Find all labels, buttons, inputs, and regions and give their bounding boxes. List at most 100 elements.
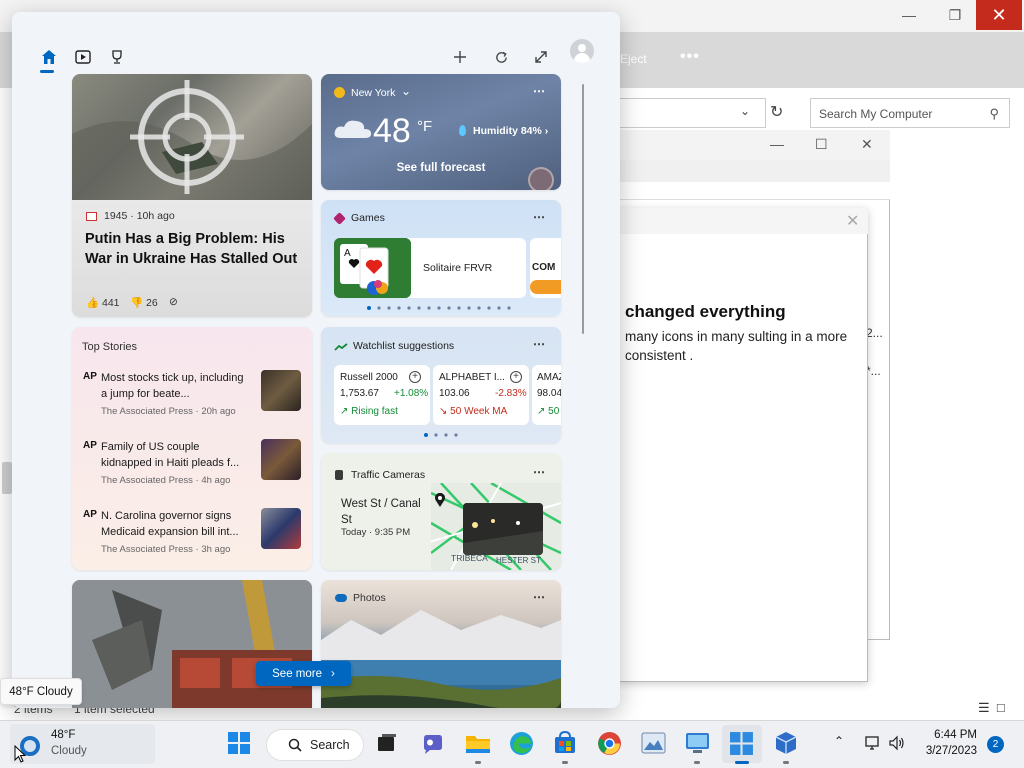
add-to-watchlist-icon[interactable]: + — [510, 371, 522, 383]
video-icon[interactable] — [72, 46, 94, 68]
story-thumbnail[interactable] — [261, 439, 301, 480]
minimize-icon[interactable]: — — [886, 0, 932, 30]
news-image-card[interactable] — [72, 580, 312, 708]
volume-icon[interactable] — [888, 735, 906, 751]
stock-tag: ↗ 50 — [537, 406, 560, 417]
stock-tile[interactable]: ALPHABET I... + 103.06 -2.83% ↘ 50 Week … — [433, 365, 529, 425]
search-icon[interactable]: ⚲ — [989, 106, 999, 122]
hide-story-icon[interactable]: ⊘ — [169, 296, 178, 308]
like-button[interactable]: 👍 441 — [86, 296, 120, 309]
package-app-icon[interactable] — [774, 731, 798, 755]
carousel-dots[interactable] — [367, 306, 517, 310]
stock-tile[interactable]: AMAZ 98.04 ↗ 50 — [532, 365, 561, 425]
story-headline[interactable]: N. Carolina governor signs Medicaid expa… — [101, 508, 251, 540]
news-source: 1945 · 10h ago — [104, 210, 175, 222]
edge-icon[interactable] — [509, 731, 534, 756]
game-tile-peek[interactable]: COM — [530, 238, 561, 298]
close-icon[interactable]: ✕ — [976, 0, 1022, 30]
more-options-icon[interactable]: ⋯ — [533, 465, 545, 479]
network-icon[interactable] — [864, 735, 882, 751]
story-headline[interactable]: Most stocks tick up, including a jump fo… — [101, 370, 251, 402]
news-headline[interactable]: Putin Has a Big Problem: His War in Ukra… — [85, 229, 305, 269]
dislike-button[interactable]: 👎 26 — [130, 296, 158, 309]
sports-icon[interactable] — [106, 46, 128, 68]
notification-badge[interactable]: 2 — [987, 736, 1004, 753]
more-options-icon[interactable]: ⋯ — [533, 210, 545, 224]
avatar[interactable] — [570, 39, 594, 63]
games-card[interactable]: Games ⋯ A Solitaire FRVR COM — [321, 200, 561, 316]
more-options-icon[interactable]: ••• — [680, 48, 700, 66]
close-icon[interactable]: ✕ — [846, 211, 859, 231]
news-card[interactable]: 1945 · 10h ago Putin Has a Big Problem: … — [72, 74, 312, 317]
restore-icon[interactable]: ❐ — [932, 0, 978, 30]
traffic-card[interactable]: Traffic Cameras ⋯ West St / Canal St Tod… — [321, 453, 561, 570]
game-name[interactable]: Solitaire FRVR — [423, 262, 492, 274]
control-panel-icon[interactable] — [685, 731, 710, 755]
solitaire-thumbnail[interactable]: A — [334, 238, 411, 298]
dialog-titlebar — [620, 208, 868, 234]
chevron-right-icon: › — [331, 667, 335, 680]
close-icon[interactable]: ✕ — [861, 136, 873, 153]
carousel-dots[interactable] — [424, 433, 464, 437]
refresh-icon[interactable]: ↻ — [770, 102, 783, 122]
story-thumbnail[interactable] — [261, 508, 301, 549]
more-options-icon[interactable]: ⋯ — [533, 84, 545, 98]
chevron-down-icon[interactable]: ⌄ — [740, 104, 750, 118]
dialog-heading: changed everything — [625, 302, 786, 321]
search-input[interactable]: Search My Computer ⚲ — [810, 98, 1010, 128]
watchlist-card[interactable]: Watchlist suggestions ⋯ Russell 2000 + 1… — [321, 327, 561, 443]
widgets-app-icon[interactable] — [729, 731, 754, 756]
task-view-icon[interactable] — [376, 733, 398, 755]
refresh-icon[interactable] — [490, 46, 512, 68]
start-icon[interactable] — [227, 731, 251, 755]
maximize-icon[interactable]: ☐ — [815, 136, 828, 153]
chrome-icon[interactable] — [597, 731, 622, 756]
weather-location[interactable]: New York — [351, 87, 395, 99]
clock-date[interactable]: 3/27/2023 — [916, 745, 977, 757]
chevron-down-icon[interactable]: ⌄ — [401, 84, 411, 98]
weather-card[interactable]: New York ⌄ ⋯ 48 °F Humidity 84% › See fu… — [321, 74, 561, 190]
truncated-text: *... — [866, 364, 881, 378]
add-icon[interactable] — [449, 46, 471, 68]
expand-icon[interactable] — [530, 46, 552, 68]
more-options-icon[interactable]: ⋯ — [533, 590, 545, 604]
traffic-camera-feed[interactable] — [463, 503, 543, 555]
more-options-icon[interactable]: ⋯ — [533, 337, 545, 351]
top-stories-card[interactable]: Top Stories AP Most stocks tick up, incl… — [72, 327, 312, 570]
file-explorer-icon[interactable] — [465, 732, 491, 754]
stock-name: AMAZ — [537, 372, 561, 383]
see-more-button[interactable]: See more › — [256, 661, 351, 686]
home-icon[interactable] — [38, 46, 60, 68]
games-icon — [333, 212, 346, 225]
store-icon[interactable] — [553, 731, 577, 755]
minimize-icon[interactable]: — — [770, 136, 784, 152]
clock-time[interactable]: 6:44 PM — [922, 729, 977, 741]
running-indicator — [562, 761, 568, 764]
resize-handle[interactable] — [2, 462, 12, 494]
secondary-titlebar — [620, 130, 890, 160]
taskbar-search-button[interactable]: Search — [266, 729, 364, 761]
ap-logo-icon: AP — [83, 371, 97, 382]
map-pin-icon — [435, 493, 445, 507]
story-headline[interactable]: Family of US couple kidnapped in Haiti p… — [101, 439, 251, 471]
forecast-link[interactable]: See full forecast — [321, 162, 561, 174]
photos-card[interactable]: Photos ⋯ — [321, 580, 561, 708]
weather-badge-icon[interactable] — [528, 167, 554, 190]
chevron-up-icon[interactable]: ⌃ — [834, 734, 844, 748]
add-to-watchlist-icon[interactable]: + — [409, 371, 421, 383]
scrollbar[interactable] — [582, 84, 584, 334]
eject-button[interactable]: Eject — [620, 52, 647, 66]
story-thumbnail[interactable] — [261, 370, 301, 411]
teams-chat-icon[interactable] — [421, 732, 445, 756]
sun-icon — [334, 87, 345, 98]
search-icon — [288, 738, 302, 752]
news-image — [72, 74, 312, 200]
photos-app-icon[interactable] — [641, 732, 666, 754]
view-details-icon[interactable]: ☰ □ — [978, 700, 1005, 716]
trend-up-icon — [334, 343, 348, 351]
stock-tile[interactable]: Russell 2000 + 1,753.67 +1.08% ↗ Rising … — [334, 365, 430, 425]
stock-price: 103.06 — [439, 388, 470, 399]
truncated-text: 2... — [866, 326, 883, 340]
dialog-body: many icons in many sulting in a more con… — [625, 329, 848, 363]
traffic-title: Traffic Cameras — [351, 469, 426, 481]
